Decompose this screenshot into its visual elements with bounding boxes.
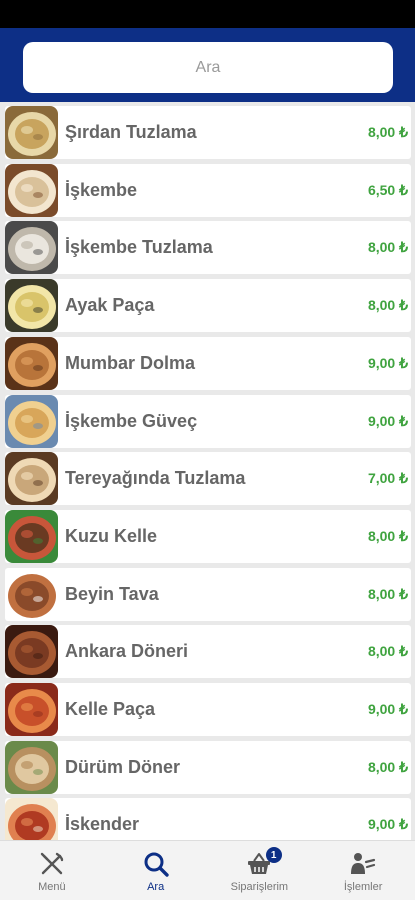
menu-item-photo [5, 106, 58, 159]
menu-item-photo [5, 567, 58, 621]
menu-item-price: 8,00 ₺ [367, 527, 408, 544]
menu-item[interactable]: Ayak Paça 8,00 ₺ [5, 279, 411, 333]
menu-item-price: 6,50 ₺ [367, 181, 408, 198]
menu-item[interactable]: İşkembe Güveç 9,00 ₺ [5, 394, 411, 448]
menu-item-price: 8,00 ₺ [367, 643, 408, 660]
user-list-icon [351, 853, 376, 874]
nav-label-search: Ara [147, 881, 165, 893]
menu-item[interactable]: Kelle Paça 9,00 ₺ [5, 683, 411, 736]
menu-item-photo [5, 625, 58, 679]
menu-item-price: 9,00 ₺ [367, 816, 408, 833]
bottom-nav: Menü Ara 1 Siparişlerim İşlemler [0, 840, 415, 900]
menu-item-name: Mumbar Dolma [65, 352, 196, 373]
app-header [0, 28, 415, 102]
nav-item-menu[interactable]: Menü [0, 841, 104, 900]
menu-item[interactable]: Dürüm Döner 8,00 ₺ [5, 740, 411, 794]
fork-knife-icon [40, 852, 64, 875]
menu-item-name: Kuzu Kelle [65, 525, 158, 546]
search-icon [144, 852, 169, 877]
nav-item-orders[interactable]: 1 Siparişlerim [208, 841, 312, 900]
nav-label-orders: Siparişlerim [230, 881, 289, 893]
menu-item-name: Beyin Tava [65, 583, 159, 604]
menu-list[interactable]: Şırdan Tuzlama 8,00 ₺ İşkembe 6,50 ₺ İşkembe… [0, 104, 415, 840]
menu-item-name: İşkembe [65, 179, 138, 200]
menu-item-photo [5, 683, 58, 736]
menu-item[interactable]: Ankara Döneri 8,00 ₺ [5, 625, 411, 679]
menu-item-price: 9,00 ₺ [367, 412, 408, 429]
menu-item-name: İskender [65, 814, 140, 835]
orders-count-badge: 1 [265, 847, 282, 863]
status-bar [0, 0, 415, 28]
menu-item-photo [5, 279, 58, 333]
menu-item[interactable]: Mumbar Dolma 9,00 ₺ [5, 336, 411, 390]
nav-label-actions: İşlemler [343, 881, 383, 893]
menu-item-name: Tereyağında Tuzlama [65, 468, 246, 489]
menu-item-name: Ankara Döneri [65, 641, 189, 662]
menu-item-price: 8,00 ₺ [367, 124, 408, 140]
menu-item[interactable]: İşkembe Tuzlama 8,00 ₺ [5, 221, 411, 275]
nav-item-search[interactable]: Ara [104, 841, 208, 900]
menu-item-photo [5, 452, 58, 506]
menu-item-photo [5, 394, 58, 448]
menu-item-price: 8,00 ₺ [367, 239, 408, 256]
menu-item-photo [5, 509, 58, 563]
search-box[interactable] [23, 42, 393, 93]
menu-item-name: Kelle Paça [65, 699, 156, 719]
menu-item-name: İşkembe Tuzlama [65, 237, 213, 258]
menu-item-price: 8,00 ₺ [367, 297, 408, 314]
menu-item[interactable]: İşkembe 6,50 ₺ [5, 163, 411, 217]
menu-item-price: 9,00 ₺ [367, 354, 408, 371]
menu-item-photo [5, 336, 58, 390]
menu-item[interactable]: Şırdan Tuzlama 8,00 ₺ [5, 106, 411, 159]
menu-item-name: Şırdan Tuzlama [65, 122, 197, 142]
menu-item-name: Ayak Paça [65, 295, 155, 316]
menu-item-photo [5, 798, 58, 840]
menu-item[interactable]: İskender 9,00 ₺ [5, 798, 411, 840]
menu-item-photo [5, 740, 58, 794]
menu-item-name: Dürüm Döner [65, 756, 181, 777]
menu-item-price: 8,00 ₺ [367, 758, 408, 775]
menu-item-price: 9,00 ₺ [367, 701, 408, 717]
nav-label-menu: Menü [38, 881, 66, 893]
menu-item-photo [5, 221, 58, 275]
search-input[interactable] [23, 42, 393, 93]
menu-item[interactable]: Beyin Tava 8,00 ₺ [5, 567, 411, 621]
menu-item-price: 8,00 ₺ [367, 585, 408, 602]
menu-item[interactable]: Tereyağında Tuzlama 7,00 ₺ [5, 452, 411, 506]
menu-item-price: 7,00 ₺ [367, 470, 408, 487]
menu-item-name: İşkembe Güveç [65, 410, 198, 431]
nav-item-actions[interactable]: İşlemler [311, 841, 415, 900]
menu-item[interactable]: Kuzu Kelle 8,00 ₺ [5, 509, 411, 563]
menu-item-photo [5, 163, 58, 217]
